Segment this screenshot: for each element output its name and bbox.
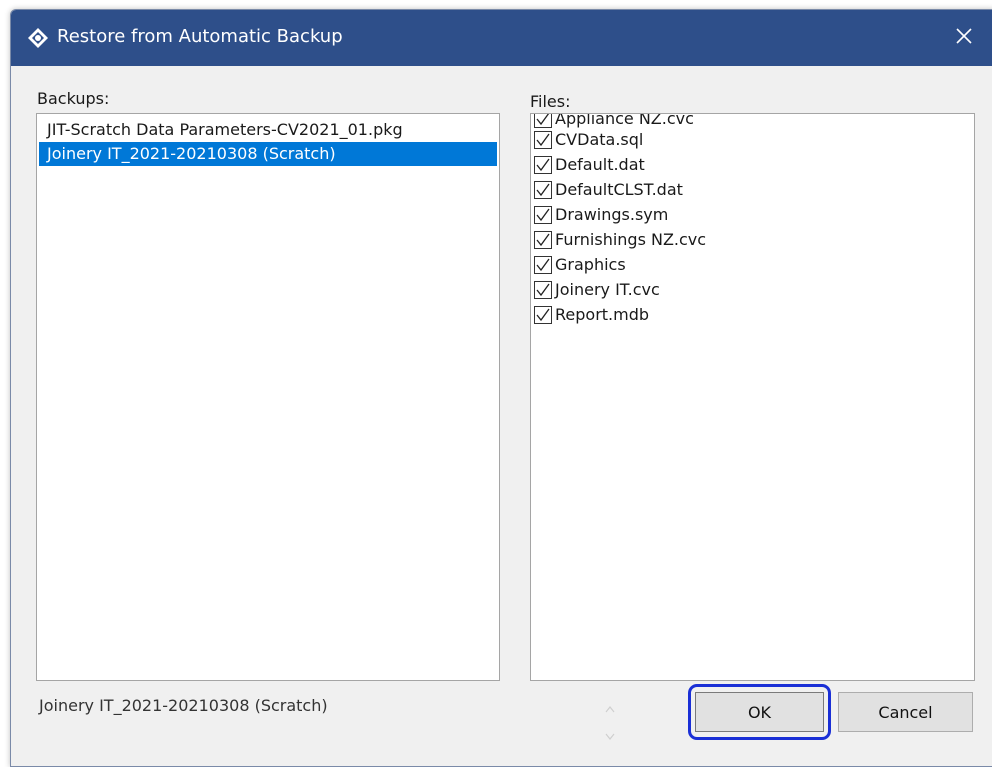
file-checkbox[interactable] bbox=[534, 130, 552, 149]
backups-listbox[interactable]: JIT-Scratch Data Parameters-CV2021_01.pk… bbox=[36, 113, 500, 681]
screen: Restore from Automatic Backup Backups: J… bbox=[0, 0, 992, 767]
file-checkbox[interactable] bbox=[534, 230, 552, 249]
backup-list-item[interactable]: JIT-Scratch Data Parameters-CV2021_01.pk… bbox=[39, 118, 497, 142]
files-listbox[interactable]: Appliance NZ.cvc CVData.sql Default.dat … bbox=[530, 113, 975, 681]
file-item-label: Joinery IT.cvc bbox=[555, 280, 660, 299]
backup-item-label: Joinery IT_2021-20210308 (Scratch) bbox=[47, 144, 336, 163]
file-item-label: Report.mdb bbox=[555, 305, 650, 324]
file-item-label: DefaultCLST.dat bbox=[555, 180, 683, 199]
file-checkbox[interactable] bbox=[534, 114, 552, 128]
file-list-item[interactable]: CVData.sql bbox=[534, 127, 643, 152]
file-checkbox[interactable] bbox=[534, 180, 552, 199]
backups-label: Backups: bbox=[37, 89, 110, 108]
file-item-label: Furnishings NZ.cvc bbox=[555, 230, 707, 249]
file-list-item[interactable]: Report.mdb bbox=[534, 302, 649, 327]
file-list-item[interactable]: Furnishings NZ.cvc bbox=[534, 227, 706, 252]
file-checkbox[interactable] bbox=[534, 155, 552, 174]
file-list-item[interactable]: Default.dat bbox=[534, 152, 645, 177]
file-checkbox[interactable] bbox=[534, 255, 552, 274]
spin-arrows[interactable] bbox=[601, 700, 619, 748]
title-bar: Restore from Automatic Backup bbox=[11, 10, 992, 66]
file-checkbox[interactable] bbox=[534, 280, 552, 299]
close-button[interactable] bbox=[941, 10, 987, 66]
file-item-label: Default.dat bbox=[555, 155, 645, 174]
file-list-item[interactable]: Drawings.sym bbox=[534, 202, 668, 227]
backup-list-item-selected[interactable]: Joinery IT_2021-20210308 (Scratch) bbox=[39, 142, 497, 166]
file-list-item[interactable]: DefaultCLST.dat bbox=[534, 177, 683, 202]
file-item-label: Drawings.sym bbox=[555, 205, 669, 224]
file-item-label: Graphics bbox=[555, 255, 626, 274]
gear-diamond-icon bbox=[27, 27, 49, 49]
restore-backup-dialog: Restore from Automatic Backup Backups: J… bbox=[10, 9, 992, 767]
file-list-item[interactable]: Joinery IT.cvc bbox=[534, 277, 660, 302]
file-item-label: CVData.sql bbox=[555, 130, 644, 149]
backup-item-label: JIT-Scratch Data Parameters-CV2021_01.pk… bbox=[47, 120, 403, 139]
file-checkbox[interactable] bbox=[534, 205, 552, 224]
cancel-button[interactable]: Cancel bbox=[838, 692, 973, 732]
close-icon bbox=[955, 27, 973, 49]
file-list-item[interactable]: Graphics bbox=[534, 252, 626, 277]
file-checkbox[interactable] bbox=[534, 305, 552, 324]
selected-backup-status: Joinery IT_2021-20210308 (Scratch) bbox=[39, 696, 328, 715]
ok-button[interactable]: OK bbox=[695, 692, 824, 732]
files-label: Files: bbox=[530, 92, 571, 111]
window-title: Restore from Automatic Backup bbox=[57, 26, 343, 47]
